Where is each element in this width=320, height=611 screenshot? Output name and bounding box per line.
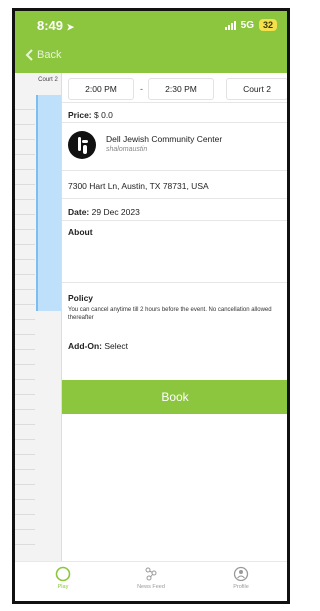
nodes-icon <box>145 567 157 581</box>
end-time-picker[interactable]: 2:30 PM <box>148 78 214 100</box>
addon-label: Add-On: <box>68 341 102 351</box>
price-value: $ 0.0 <box>94 110 113 120</box>
time-row: 2:00 PM - 2:30 PM Court 2 <box>62 73 287 103</box>
battery-icon: 32 <box>258 19 277 31</box>
price-label: Price: <box>68 110 92 120</box>
calendar-selected-slot[interactable] <box>36 95 61 311</box>
status-bar: 8:49 ➤ 5G 32 <box>15 11 287 41</box>
about-label: About <box>68 227 93 237</box>
ring-icon <box>55 566 71 582</box>
venue-row[interactable]: Dell Jewish Community Center shalomausti… <box>62 123 290 171</box>
nav-bar: Back <box>15 41 287 73</box>
status-indicators: 5G 32 <box>224 19 277 31</box>
date-row: Date: 29 Dec 2023 <box>62 199 287 221</box>
chevron-right-icon: › <box>288 141 290 152</box>
book-button[interactable]: Book <box>62 380 287 414</box>
about-section: About <box>62 221 287 283</box>
status-time-text: 8:49 <box>37 18 64 33</box>
start-time-picker[interactable]: 2:00 PM <box>68 78 134 100</box>
tab-label: Profile <box>233 584 249 590</box>
chevron-left-icon <box>25 49 33 61</box>
address-row[interactable]: 7300 Hart Ln, Austin, TX 78731, USA › <box>62 171 290 199</box>
addon-select[interactable]: Select <box>104 341 128 351</box>
address-text: 7300 Hart Ln, Austin, TX 78731, USA <box>68 181 209 191</box>
back-button[interactable]: Back <box>25 49 61 61</box>
back-label: Back <box>37 49 62 61</box>
signal-icon <box>224 20 236 30</box>
policy-label: Policy <box>68 293 94 303</box>
calendar-column-header: Court 2 <box>38 77 58 83</box>
policy-text: You can cancel anytime till 2 hours befo… <box>68 307 272 321</box>
tab-label: News Feed <box>137 584 165 590</box>
tab-bar: Play News Feed Profile <box>15 561 287 601</box>
status-time: 8:49 ➤ <box>37 18 74 33</box>
addon-row[interactable]: Add-On: Select <box>62 335 287 359</box>
tab-play[interactable]: Play <box>33 566 93 590</box>
venue-logo <box>68 131 96 159</box>
calendar-time-gutter <box>15 95 35 555</box>
profile-icon <box>233 566 249 582</box>
venue-handle: shalomaustin <box>106 146 148 153</box>
date-label: Date: <box>68 207 90 217</box>
policy-section: Policy You can cancel anytime till 2 hou… <box>62 283 287 333</box>
venue-name: Dell Jewish Community Center <box>106 134 223 144</box>
time-separator: - <box>140 84 143 94</box>
location-arrow-icon: ➤ <box>66 22 75 32</box>
tab-news-feed[interactable]: News Feed <box>121 566 181 590</box>
court-picker[interactable]: Court 2 <box>226 78 287 100</box>
price-row: Price: $ 0.0 <box>62 103 287 123</box>
phone-frame: 8:49 ➤ 5G 32 Back Court 2 2:00 PM - 2:30… <box>12 8 290 604</box>
date-value: 29 Dec 2023 <box>91 207 140 217</box>
network-label: 5G <box>240 19 254 31</box>
tab-label: Play <box>57 584 69 590</box>
booking-panel: 2:00 PM - 2:30 PM Court 2 Price: $ 0.0 D… <box>61 73 287 561</box>
chevron-right-icon: › <box>288 178 290 189</box>
tab-profile[interactable]: Profile <box>211 566 271 590</box>
